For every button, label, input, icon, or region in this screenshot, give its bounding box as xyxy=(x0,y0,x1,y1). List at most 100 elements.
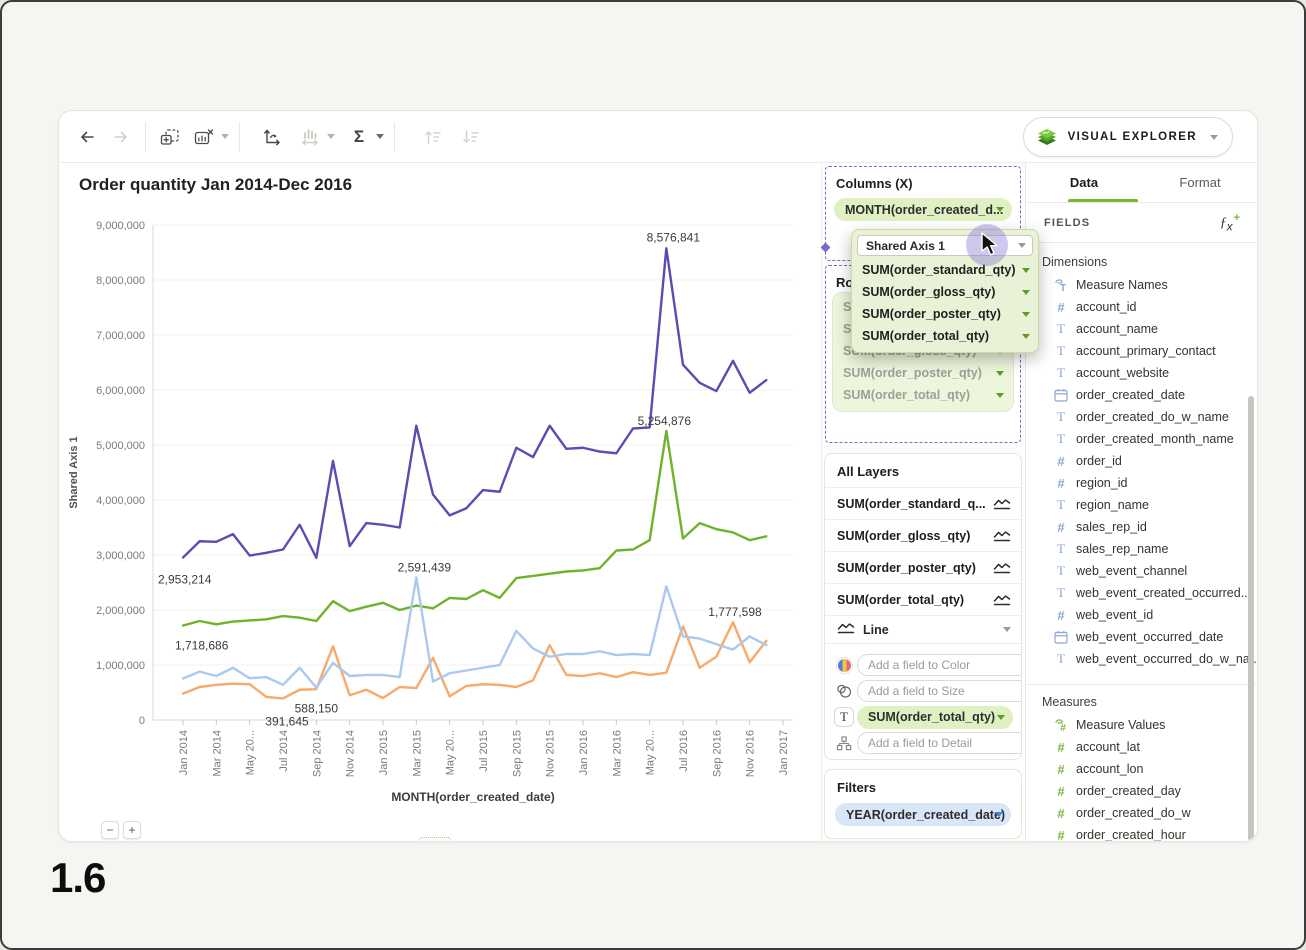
chevron-down-icon xyxy=(1003,627,1011,632)
field-item-region-id[interactable]: #region_id xyxy=(1026,472,1258,494)
svg-text:391,645: 391,645 xyxy=(265,714,309,728)
duplicate-chart-icon[interactable] xyxy=(156,123,184,151)
chevron-down-icon xyxy=(995,812,1003,817)
svg-text:MONTH(order_created_date): MONTH(order_created_date) xyxy=(391,790,554,804)
tab-data[interactable]: Data xyxy=(1026,163,1142,202)
detail-field-input[interactable] xyxy=(857,732,1022,754)
field-item-web-event-id[interactable]: #web_event_id xyxy=(1026,604,1258,626)
remove-chart-icon[interactable] xyxy=(190,123,218,151)
field-item-order-created-do-w-name[interactable]: Torder_created_do_w_name xyxy=(1026,406,1258,428)
detail-icon xyxy=(831,736,857,751)
svg-text:Nov 2015: Nov 2015 xyxy=(545,730,557,777)
dimensions-scrollbar[interactable] xyxy=(1248,396,1254,781)
svg-text:8,000,000: 8,000,000 xyxy=(96,275,145,287)
zoom-out-button[interactable]: − xyxy=(101,821,119,839)
size-field-input[interactable] xyxy=(857,680,1022,702)
rows-shelf-item[interactable]: SUM(order_poster_qty) xyxy=(833,362,1013,384)
field-item-account-name[interactable]: Taccount_name xyxy=(1026,318,1258,340)
svg-text:2,953,214: 2,953,214 xyxy=(158,573,212,587)
visual-explorer-button[interactable]: VISUAL EXPLORER xyxy=(1023,117,1233,157)
layer-row[interactable]: SUM(order_gloss_qty) xyxy=(825,520,1021,552)
series-line-standard[interactable] xyxy=(183,431,766,625)
selection-handle[interactable] xyxy=(821,243,831,253)
add-calculated-field-icon[interactable]: ƒx+ xyxy=(1220,212,1240,233)
back-arrow-icon[interactable] xyxy=(73,123,101,151)
zoom-in-button[interactable]: + xyxy=(123,821,141,839)
field-item-account-lat[interactable]: #account_lat xyxy=(1026,736,1258,758)
svg-text:May 20...: May 20... xyxy=(445,730,457,775)
chevron-down-icon xyxy=(996,207,1004,212)
svg-text:Sep 2015: Sep 2015 xyxy=(511,730,523,777)
field-item-sales-rep-name[interactable]: Tsales_rep_name xyxy=(1026,538,1258,560)
fields-header-row: FIELDS ƒx+ xyxy=(1026,203,1258,243)
field-item-account-website[interactable]: Taccount_website xyxy=(1026,362,1258,384)
fields-header: FIELDS xyxy=(1044,217,1090,229)
field-item-web-event-occurred-do-w-na-[interactable]: Tweb_event_occurred_do_w_na... xyxy=(1026,648,1258,670)
line-chart: 01,000,0002,000,0003,000,0004,000,0005,0… xyxy=(63,218,803,818)
svg-text:5,254,876: 5,254,876 xyxy=(638,414,692,428)
visual-explorer-logo-icon xyxy=(1034,124,1060,150)
field-item-order-created-month-name[interactable]: Torder_created_month_name xyxy=(1026,428,1258,450)
field-item-order-created-date[interactable]: order_created_date xyxy=(1026,384,1258,406)
field-item-order-created-hour[interactable]: #order_created_hour xyxy=(1026,824,1258,842)
sigma-aggregate-icon[interactable]: Σ xyxy=(345,123,373,151)
field-item-sales-rep-id[interactable]: #sales_rep_id xyxy=(1026,516,1258,538)
columns-pill-month[interactable]: MONTH(order_created_d... xyxy=(834,198,1012,221)
svg-text:Jan 2017: Jan 2017 xyxy=(778,730,790,775)
filters-panel: Filters YEAR(order_created_date) xyxy=(824,769,1022,839)
measures-scrollbar[interactable] xyxy=(1248,725,1254,841)
layer-row[interactable]: SUM(order_standard_q... xyxy=(825,488,1021,520)
svg-text:8,576,841: 8,576,841 xyxy=(647,230,701,244)
field-item-order-id[interactable]: #order_id xyxy=(1026,450,1258,472)
field-item-account-primary-contact[interactable]: Taccount_primary_contact xyxy=(1026,340,1258,362)
field-item-web-event-channel[interactable]: Tweb_event_channel xyxy=(1026,560,1258,582)
field-item-measure-values[interactable]: #Measure Values xyxy=(1026,714,1258,736)
chevron-down-icon xyxy=(1210,135,1218,140)
field-item-web-event-created-occurred-[interactable]: Tweb_event_created_occurred... xyxy=(1026,582,1258,604)
field-item-measure-names[interactable]: TMeasure Names xyxy=(1026,274,1258,296)
chart-type-dropdown[interactable]: Line xyxy=(825,616,1021,644)
shared-axis-dropdown-item[interactable]: SUM(order_standard_qty) xyxy=(852,259,1038,281)
series-line-poster[interactable] xyxy=(183,622,766,698)
color-field-input[interactable] xyxy=(857,654,1022,676)
svg-text:May 20...: May 20... xyxy=(245,730,257,775)
chevron-down-icon[interactable] xyxy=(221,134,229,139)
chart-title: Order quantity Jan 2014-Dec 2016 xyxy=(79,175,352,195)
svg-text:Mar 2015: Mar 2015 xyxy=(411,730,423,776)
measures-label: Measures xyxy=(1042,695,1258,709)
field-item-region-name[interactable]: Tregion_name xyxy=(1026,494,1258,516)
swap-axes-icon[interactable] xyxy=(258,123,286,151)
layer-row[interactable]: SUM(order_total_qty) xyxy=(825,584,1021,616)
field-item-account-lon[interactable]: #account_lon xyxy=(1026,758,1258,780)
text-pill-sum-order-total-qty[interactable]: SUM(order_total_qty) xyxy=(857,706,1013,729)
shared-axis-header[interactable]: Shared Axis 1 xyxy=(857,235,1033,256)
shared-axis-dropdown-item[interactable]: SUM(order_poster_qty) xyxy=(852,303,1038,325)
forward-arrow-icon[interactable] xyxy=(107,123,135,151)
chevron-down-icon[interactable] xyxy=(327,134,335,139)
explorer-card: Σ VISUAL EXPLORER Order quantit xyxy=(58,110,1258,842)
resize-bars-icon[interactable] xyxy=(296,123,324,151)
text-icon: T xyxy=(831,707,857,727)
fields-divider xyxy=(1026,684,1258,685)
rows-shelf-item[interactable]: SUM(order_total_qty) xyxy=(833,384,1013,406)
filter-pill-year[interactable]: YEAR(order_created_date) xyxy=(835,803,1011,826)
all-layers-panel: All Layers SUM(order_standard_q...SUM(or… xyxy=(824,453,1022,760)
field-item-account-id[interactable]: #account_id xyxy=(1026,296,1258,318)
sort-descending-icon[interactable] xyxy=(457,123,485,151)
svg-text:5,000,000: 5,000,000 xyxy=(96,440,145,452)
panel-resize-handle[interactable] xyxy=(419,837,451,842)
tab-format[interactable]: Format xyxy=(1142,163,1258,202)
shared-axis-dropdown-item[interactable]: SUM(order_gloss_qty) xyxy=(852,281,1038,303)
field-item-order-created-do-w[interactable]: #order_created_do_w xyxy=(1026,802,1258,824)
svg-text:3,000,000: 3,000,000 xyxy=(96,550,145,562)
chevron-down-icon[interactable] xyxy=(376,134,384,139)
svg-text:2,591,439: 2,591,439 xyxy=(398,560,452,574)
field-item-web-event-occurred-date[interactable]: web_event_occurred_date xyxy=(1026,626,1258,648)
sort-ascending-icon[interactable] xyxy=(419,123,447,151)
shared-axis-dropdown-item[interactable]: SUM(order_total_qty) xyxy=(852,325,1038,347)
field-item-order-created-day[interactable]: #order_created_day xyxy=(1026,780,1258,802)
app-window: Σ VISUAL EXPLORER Order quantit xyxy=(0,0,1306,950)
line-chart-icon xyxy=(993,594,1011,609)
svg-text:Jul 2016: Jul 2016 xyxy=(678,730,690,772)
layer-row[interactable]: SUM(order_poster_qty) xyxy=(825,552,1021,584)
